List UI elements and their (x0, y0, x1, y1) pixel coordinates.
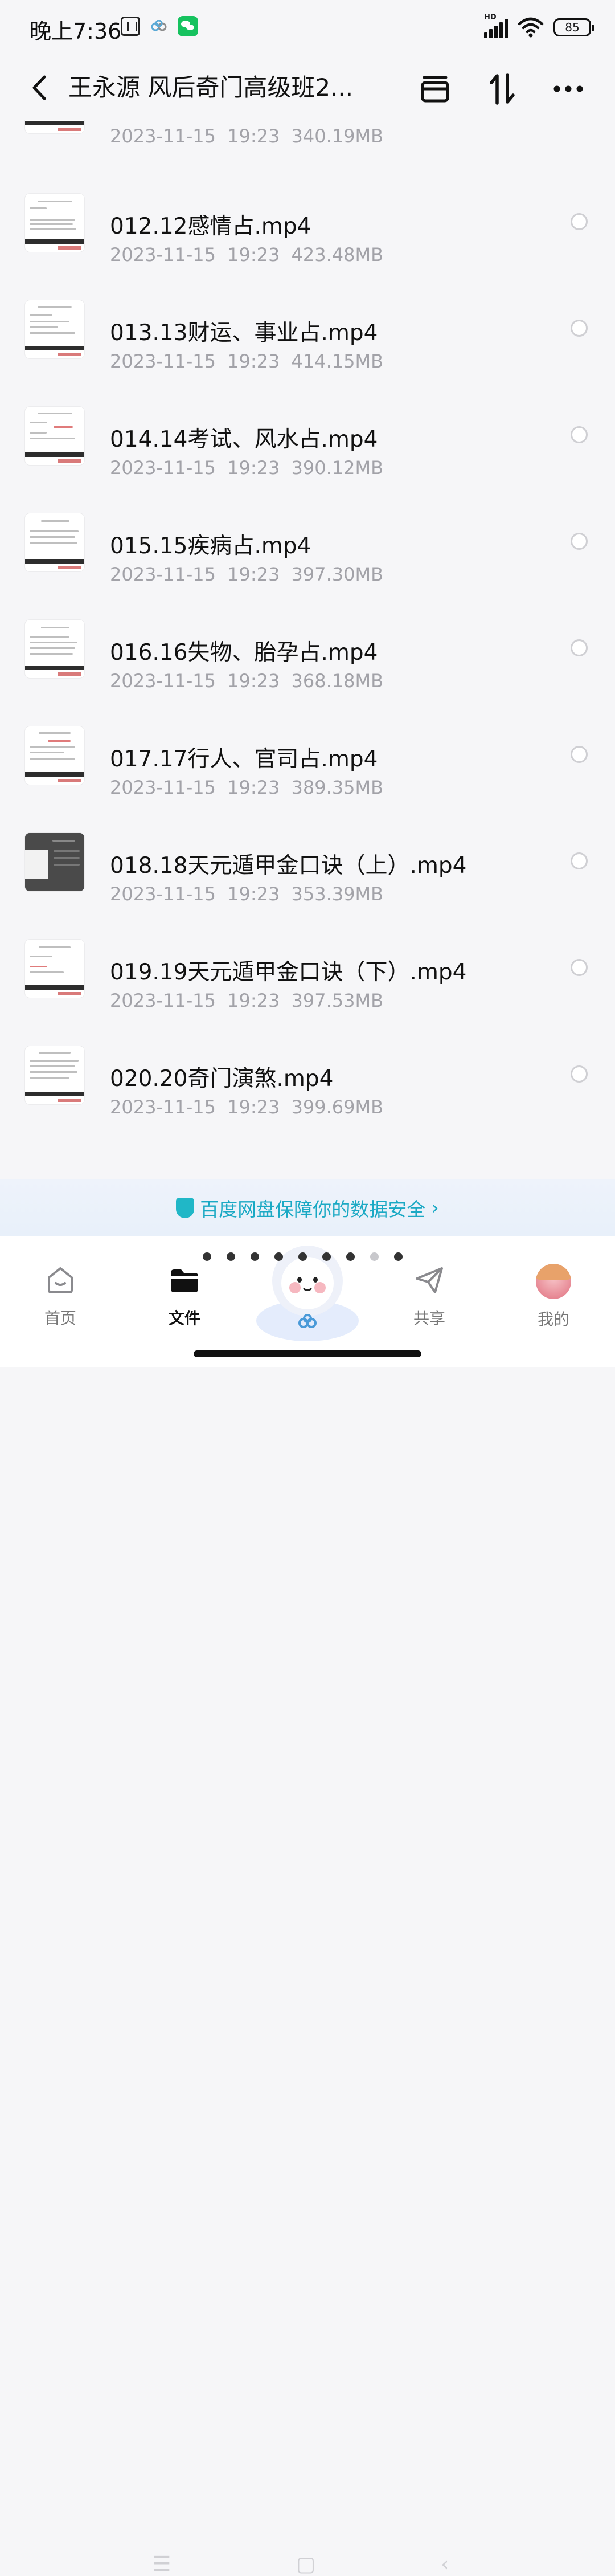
file-meta: 2023-11-15 19:23 340.19MB (110, 125, 384, 147)
file-meta: 2023-11-15 19:23 397.30MB (110, 564, 384, 585)
list-item[interactable]: 2023-11-15 19:23 340.19MB (0, 120, 615, 181)
list-item[interactable]: 020.20奇门演煞.mp4 2023-11-15 19:23 399.69MB (0, 1046, 615, 1152)
send-icon (416, 1267, 443, 1293)
more-icon (554, 85, 583, 92)
menu-nav-icon[interactable]: ☰ (153, 2553, 171, 2576)
video-thumbnail (25, 726, 84, 785)
select-radio[interactable] (571, 852, 588, 869)
home-icon (48, 1267, 73, 1293)
home-indicator[interactable] (194, 1350, 421, 1357)
file-name: 014.14考试、风水占.mp4 (110, 427, 378, 452)
video-thumbnail (25, 620, 84, 678)
video-thumbnail (25, 300, 84, 358)
video-thumbnail (25, 407, 84, 465)
video-thumbnail (25, 833, 84, 891)
select-radio[interactable] (571, 320, 588, 337)
nfc-icon (121, 17, 140, 36)
signal-icon: HD (484, 13, 508, 38)
list-item[interactable]: 016.16失物、胎孕占.mp4 2023-11-15 19:23 368.18… (0, 620, 615, 726)
header: 王永源 风后奇门高级班2... (0, 57, 615, 120)
list-item[interactable]: 019.19天元遁甲金口诀（下）.mp4 2023-11-15 19:23 39… (0, 940, 615, 1046)
page-dot (322, 1252, 331, 1261)
back-button[interactable] (25, 71, 54, 105)
list-item[interactable]: 014.14考试、风水占.mp4 2023-11-15 19:23 390.12… (0, 407, 615, 513)
page-indicator (203, 1252, 403, 1261)
wechat-icon (178, 16, 198, 36)
select-radio[interactable] (571, 213, 588, 230)
page-dot (274, 1252, 283, 1261)
file-name: 013.13财运、事业占.mp4 (110, 320, 378, 346)
list-item[interactable]: 012.12感情占.mp4 2023-11-15 19:23 423.48MB (0, 194, 615, 300)
tab-label: 首页 (44, 1309, 76, 1328)
wifi-icon (518, 17, 544, 38)
file-name: 019.19天元遁甲金口诀（下）.mp4 (110, 960, 467, 985)
page-dot (346, 1252, 355, 1261)
folder-icon (171, 1269, 198, 1292)
archive-icon (421, 76, 449, 103)
list-item[interactable]: 017.17行人、官司占.mp4 2023-11-15 19:23 389.35… (0, 726, 615, 832)
file-meta: 2023-11-15 19:23 414.15MB (110, 350, 384, 372)
battery-icon: 85 (554, 18, 594, 36)
more-button[interactable] (550, 71, 587, 107)
file-meta: 2023-11-15 19:23 397.53MB (110, 990, 384, 1011)
file-meta: 2023-11-15 19:23 353.39MB (110, 883, 384, 905)
file-meta: 2023-11-15 19:23 390.12MB (110, 457, 384, 479)
video-thumbnail (25, 194, 84, 252)
video-thumbnail (25, 940, 84, 998)
banner-text: 百度网盘保障你的数据安全 (200, 1198, 426, 1220)
select-radio[interactable] (571, 533, 588, 550)
security-banner[interactable]: 百度网盘保障你的数据安全 › (0, 1179, 615, 1236)
status-bar: 晚上7:36 HD 85 (0, 0, 615, 57)
file-meta: 2023-11-15 19:23 399.69MB (110, 1096, 384, 1118)
select-radio[interactable] (571, 1065, 588, 1083)
avatar (536, 1264, 571, 1299)
back-nav-icon[interactable]: ‹ (441, 2553, 449, 2576)
file-name: 018.18天元遁甲金口诀（上）.mp4 (110, 853, 467, 879)
file-name: 017.17行人、官司占.mp4 (110, 746, 378, 772)
file-meta: 2023-11-15 19:23 423.48MB (110, 244, 384, 266)
file-name: 020.20奇门演煞.mp4 (110, 1066, 334, 1092)
select-radio[interactable] (571, 959, 588, 976)
chevron-right-icon: › (431, 1197, 439, 1219)
tab-share[interactable]: 共享 (390, 1264, 469, 1329)
page-dot (394, 1252, 403, 1261)
page-dot (203, 1252, 211, 1261)
home-nav-icon[interactable]: ▢ (296, 2553, 315, 2576)
list-item[interactable]: 013.13财运、事业占.mp4 2023-11-15 19:23 414.15… (0, 300, 615, 406)
page-dot (251, 1252, 259, 1261)
chevron-left-icon (32, 75, 46, 100)
file-name: 012.12感情占.mp4 (110, 214, 311, 239)
file-meta: 2023-11-15 19:23 389.35MB (110, 777, 384, 798)
video-thumbnail (25, 120, 84, 133)
video-thumbnail (25, 513, 84, 571)
select-radio[interactable] (571, 426, 588, 443)
status-time: 晚上7:36 (30, 19, 122, 44)
file-name: 015.15疾病占.mp4 (110, 533, 311, 559)
select-radio[interactable] (571, 639, 588, 656)
page-title: 王永源 风后奇门高级班2... (68, 74, 354, 101)
sort-button[interactable] (484, 71, 520, 107)
file-list: 2023-11-15 19:23 340.19MB 012.12感情占.mp4 … (0, 120, 615, 1185)
tab-label: 共享 (413, 1309, 445, 1328)
tab-mine[interactable]: 我的 (514, 1264, 593, 1330)
tab-files[interactable]: 文件 (145, 1264, 224, 1329)
tab-home[interactable]: 首页 (20, 1264, 100, 1329)
sort-icon (490, 73, 515, 105)
select-all-button[interactable] (417, 71, 453, 107)
page-dot (298, 1252, 307, 1261)
list-item[interactable]: 018.18天元遁甲金口诀（上）.mp4 2023-11-15 19:23 35… (0, 833, 615, 939)
file-meta: 2023-11-15 19:23 368.18MB (110, 670, 384, 692)
video-thumbnail (25, 1046, 84, 1104)
select-radio[interactable] (571, 746, 588, 763)
file-name: 016.16失物、胎孕占.mp4 (110, 640, 378, 666)
page-dot (227, 1252, 235, 1261)
tab-label: 我的 (537, 1310, 569, 1329)
shield-icon (176, 1198, 195, 1218)
list-item[interactable]: 015.15疾病占.mp4 2023-11-15 19:23 397.30MB (0, 513, 615, 619)
page-dot (370, 1252, 379, 1261)
baidu-cloud-icon (151, 20, 167, 31)
tab-label: 文件 (168, 1309, 200, 1328)
